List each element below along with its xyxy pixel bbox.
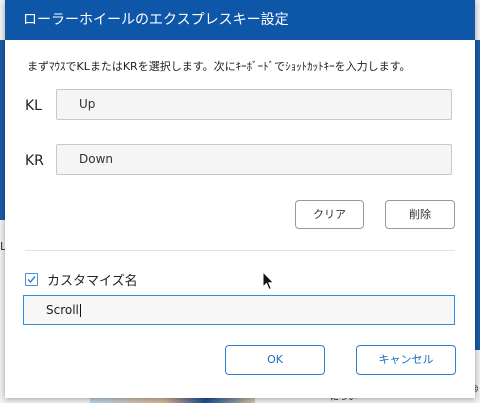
express-key-dialog: ローラーホイールのエクスプレスキー設定 まずﾏｳｽでKLまたはKRを選択します。… — [5, 0, 475, 398]
divider — [25, 250, 455, 251]
cancel-button[interactable]: キャンセル — [356, 345, 456, 375]
kr-label: KR — [25, 153, 44, 169]
dialog-title: ローラーホイールのエクスプレスキー設定 — [23, 12, 289, 28]
delete-button[interactable]: 削除 — [385, 200, 455, 229]
mouse-pointer-icon — [262, 271, 275, 291]
text-caret — [79, 304, 81, 317]
kr-shortcut-field[interactable]: Down — [56, 144, 452, 175]
ok-button[interactable]: OK — [225, 345, 325, 375]
custom-name-input[interactable]: Scroll — [23, 295, 455, 325]
custom-name-checkbox[interactable] — [25, 273, 38, 286]
dialog-titlebar: ローラーホイールのエクスプレスキー設定 — [5, 0, 475, 40]
checkmark-icon — [27, 276, 36, 284]
kl-shortcut-field[interactable]: Up — [56, 89, 452, 120]
background-panel-right — [475, 40, 480, 350]
custom-name-label[interactable]: カスタマイズ名 — [47, 270, 138, 289]
custom-name-value: Scroll — [46, 303, 79, 317]
clear-button[interactable]: クリア — [295, 200, 364, 229]
instruction-text: まずﾏｳｽでKLまたはKRを選択します。次にｷｰﾎﾞｰﾄﾞでｼｮｯﾄｶｯﾄｷｰを… — [27, 60, 411, 73]
kl-label: KL — [25, 98, 42, 114]
